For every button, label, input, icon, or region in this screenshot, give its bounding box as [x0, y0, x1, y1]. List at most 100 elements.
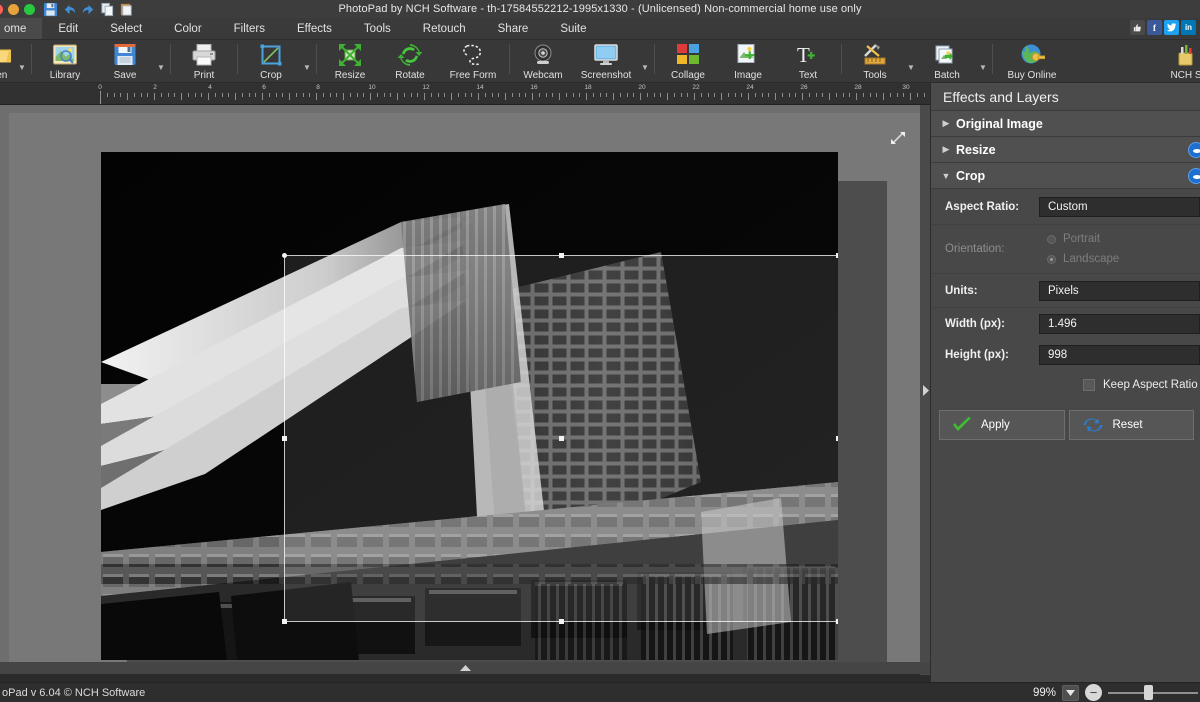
- facebook-icon[interactable]: f: [1147, 20, 1162, 35]
- toolbar-caret-save[interactable]: ▼: [155, 63, 167, 72]
- maximize-window-button[interactable]: [24, 3, 35, 15]
- chevron-right-icon[interactable]: ▶: [939, 118, 953, 129]
- ruler-tick-mark: [626, 93, 628, 97]
- chevron-down-icon[interactable]: ▼: [939, 171, 953, 181]
- toolbar-button-save[interactable]: Save: [95, 40, 155, 81]
- canvas-area[interactable]: [0, 104, 930, 675]
- orientation-radio-landscape[interactable]: Landscape: [1047, 253, 1119, 265]
- toolbar-button-buy-online[interactable]: Buy Online: [996, 40, 1068, 81]
- linkedin-icon[interactable]: in: [1181, 20, 1196, 35]
- ruler-tick-mark: [579, 93, 581, 97]
- toolbar-button-rotate[interactable]: Rotate: [380, 40, 440, 81]
- minimize-window-button[interactable]: [8, 3, 19, 15]
- toolbar-button-tools[interactable]: Tools: [845, 40, 905, 81]
- menu-item-tools[interactable]: Tools: [348, 18, 407, 39]
- ruler-tick-mark: [916, 93, 918, 97]
- toolbar-caret-open[interactable]: ▼: [16, 63, 28, 72]
- webcam-icon: [531, 42, 555, 68]
- check-icon: [953, 417, 971, 431]
- width-input[interactable]: 1.496: [1039, 313, 1200, 334]
- ruler-tick-mark: [808, 93, 810, 97]
- toolbar-caret-screenshot[interactable]: ▼: [639, 63, 651, 72]
- crop-action-buttons: Apply Reset: [931, 400, 1200, 450]
- menu-item-edit[interactable]: Edit: [42, 18, 94, 39]
- twitter-icon[interactable]: [1164, 20, 1179, 35]
- canvas-inner[interactable]: [9, 113, 921, 671]
- ruler-tick-26: 26: [800, 84, 808, 91]
- reset-button[interactable]: Reset: [1068, 410, 1194, 440]
- menu-item-share[interactable]: Share: [482, 18, 545, 39]
- expand-arrows-icon[interactable]: [887, 127, 909, 149]
- canvas-scroll-indicator[interactable]: [0, 662, 930, 674]
- menu-item-suite[interactable]: Suite: [544, 18, 602, 39]
- menu-item-filters[interactable]: Filters: [218, 18, 281, 39]
- ruler-tick-28: 28: [854, 84, 862, 91]
- layer-visibility-toggle-crop[interactable]: [1188, 167, 1200, 184]
- toolbar-button-crop[interactable]: Crop: [241, 40, 301, 81]
- layer-row-crop[interactable]: ▼ Crop: [931, 163, 1200, 189]
- panel-collapse-handle[interactable]: [920, 105, 930, 675]
- toolbar-button-webcam[interactable]: Webcam: [513, 40, 573, 81]
- layer-visibility-toggle-resize[interactable]: [1188, 141, 1200, 158]
- ruler-tick-mark: [174, 93, 176, 97]
- toolbar-label-resize: Resize: [334, 70, 366, 81]
- save-icon[interactable]: [43, 2, 58, 17]
- width-row: Width (px): 1.496: [931, 308, 1200, 339]
- layer-row-original-image[interactable]: ▶ Original Image: [931, 111, 1200, 137]
- undo-icon[interactable]: [62, 2, 77, 17]
- crop-icon: [259, 42, 283, 68]
- zoom-out-button[interactable]: −: [1085, 684, 1102, 701]
- ruler-tick-mark: [430, 93, 432, 97]
- ruler-tick-mark: [201, 93, 203, 97]
- toolbar-button-free-form[interactable]: Free Form: [440, 40, 506, 81]
- layer-row-resize[interactable]: ▶ Resize: [931, 137, 1200, 163]
- close-window-button[interactable]: [0, 3, 3, 15]
- apply-button[interactable]: Apply: [939, 410, 1065, 440]
- thumbs-up-icon[interactable]: [1130, 20, 1145, 35]
- toolbar-button-nch-suite[interactable]: NCH S: [1158, 40, 1200, 81]
- toolbar-separator: [841, 44, 842, 74]
- paste-icon[interactable]: [119, 2, 134, 17]
- toolbar-caret-tools[interactable]: ▼: [905, 63, 917, 72]
- toolbar-button-resize[interactable]: Resize: [320, 40, 380, 81]
- toolbar-button-batch[interactable]: Batch: [917, 40, 977, 81]
- toolbar-button-collage[interactable]: Collage: [658, 40, 718, 81]
- ruler-tick-mark: [572, 93, 574, 97]
- menu-item-retouch[interactable]: Retouch: [407, 18, 482, 39]
- units-select[interactable]: Pixels: [1039, 280, 1200, 301]
- aspect-ratio-select[interactable]: Custom: [1039, 196, 1200, 217]
- toolbar-button-library[interactable]: Library: [35, 40, 95, 81]
- chevron-right-icon[interactable]: ▶: [939, 144, 953, 155]
- ruler-tick-mark: [336, 93, 338, 97]
- toolbar-button-open[interactable]: pen: [0, 40, 16, 81]
- toolbar-button-image[interactable]: Image: [718, 40, 778, 81]
- menu-item-effects[interactable]: Effects: [281, 18, 348, 39]
- ruler-tick-12: 12: [422, 84, 430, 91]
- zoom-slider-track: [1108, 692, 1198, 694]
- menu-item-color[interactable]: Color: [158, 18, 217, 39]
- ruler-tick-22: 22: [692, 84, 700, 91]
- keep-aspect-ratio-row[interactable]: Keep Aspect Ratio: [931, 370, 1200, 400]
- toolbar-caret-crop[interactable]: ▼: [301, 63, 313, 72]
- toolbar-label-save: Save: [113, 70, 137, 81]
- menu-item-select[interactable]: Select: [94, 18, 158, 39]
- zoom-slider[interactable]: [1108, 684, 1198, 701]
- redo-icon[interactable]: [81, 2, 96, 17]
- toolbar-separator: [654, 44, 655, 74]
- ruler-tick-mark: [815, 93, 817, 97]
- toolbar-button-print[interactable]: Print: [174, 40, 234, 81]
- toolbar-button-screenshot[interactable]: Screenshot: [573, 40, 639, 81]
- keep-aspect-ratio-checkbox[interactable]: [1083, 379, 1095, 391]
- copy-icon[interactable]: [100, 2, 115, 17]
- ruler-tick-mark: [606, 93, 608, 97]
- toolbar-caret-batch[interactable]: ▼: [977, 63, 989, 72]
- menu-item-home[interactable]: ome: [0, 18, 43, 39]
- ruler-tick-mark: [309, 93, 311, 97]
- toolbar-button-text[interactable]: T Text: [778, 40, 838, 81]
- height-input[interactable]: 998: [1039, 344, 1200, 365]
- photo-canvas[interactable]: [101, 152, 838, 660]
- zoom-dropdown-button[interactable]: [1062, 684, 1079, 701]
- ruler-tick-mark: [403, 93, 405, 97]
- zoom-slider-thumb[interactable]: [1144, 685, 1153, 700]
- orientation-radio-portrait[interactable]: Portrait: [1047, 233, 1119, 245]
